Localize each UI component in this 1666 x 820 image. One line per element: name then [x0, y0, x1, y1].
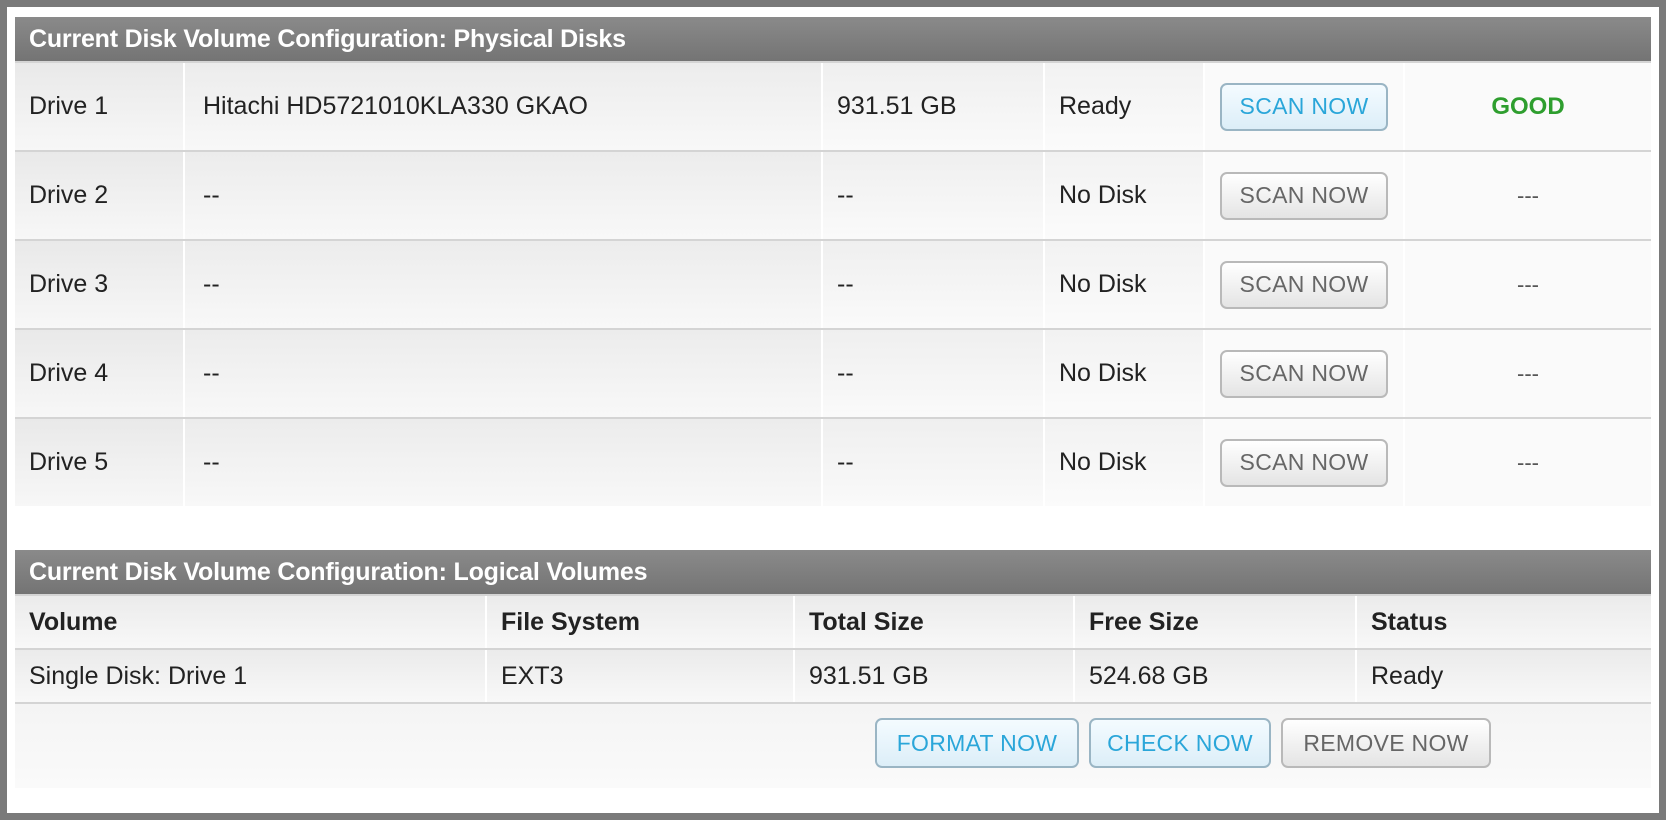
volume-total-size: 931.51 GB: [795, 650, 1073, 702]
physical-disks-header: Current Disk Volume Configuration: Physi…: [15, 17, 1651, 61]
check-now-button[interactable]: CHECK NOW: [1089, 718, 1271, 768]
volume-actions: FORMAT NOW CHECK NOW REMOVE NOW: [15, 702, 1651, 788]
drive-name: Drive 5: [15, 419, 183, 506]
drive-size: --: [823, 241, 1043, 328]
column-header-total-size: Total Size: [795, 596, 1073, 648]
drive-health-status: ---: [1517, 360, 1539, 386]
drive-state: No Disk: [1045, 152, 1203, 239]
drive-name: Drive 4: [15, 330, 183, 417]
column-header-free-size: Free Size: [1075, 596, 1355, 648]
drive-model: --: [185, 241, 821, 328]
drive-health-status: ---: [1517, 182, 1539, 208]
drive-size: --: [823, 152, 1043, 239]
drive-row: Drive 3 -- -- No Disk SCAN NOW ---: [15, 239, 1651, 328]
volume-file-system: EXT3: [487, 650, 793, 702]
drive-row: Drive 1 Hitachi HD5721010KLA330 GKAO 931…: [15, 61, 1651, 150]
drive-model: --: [185, 152, 821, 239]
volume-row: Single Disk: Drive 1 EXT3 931.51 GB 524.…: [15, 648, 1651, 702]
drive-model: --: [185, 419, 821, 506]
volume-status: Ready: [1357, 650, 1651, 702]
drive-row: Drive 2 -- -- No Disk SCAN NOW ---: [15, 150, 1651, 239]
volume-free-size: 524.68 GB: [1075, 650, 1355, 702]
column-header-volume: Volume: [15, 596, 485, 648]
drive-name: Drive 1: [15, 63, 183, 150]
drive-health-status: ---: [1517, 449, 1539, 475]
drive-size: --: [823, 419, 1043, 506]
physical-disks-panel: Current Disk Volume Configuration: Physi…: [15, 17, 1651, 509]
scan-now-button[interactable]: SCAN NOW: [1220, 171, 1388, 220]
drive-health-status: ---: [1517, 271, 1539, 297]
scan-now-button[interactable]: SCAN NOW: [1220, 438, 1388, 487]
drive-state: No Disk: [1045, 419, 1203, 506]
scan-now-button[interactable]: SCAN NOW: [1220, 260, 1388, 309]
logical-volumes-panel: Current Disk Volume Configuration: Logic…: [15, 550, 1651, 808]
scan-now-button[interactable]: SCAN NOW: [1220, 82, 1388, 131]
column-header-status: Status: [1357, 596, 1651, 648]
format-now-button[interactable]: FORMAT NOW: [875, 718, 1079, 768]
volume-table-header: Volume File System Total Size Free Size …: [15, 594, 1651, 648]
drive-size: --: [823, 330, 1043, 417]
logical-volumes-header: Current Disk Volume Configuration: Logic…: [15, 550, 1651, 594]
drive-size: 931.51 GB: [823, 63, 1043, 150]
remove-now-button[interactable]: REMOVE NOW: [1281, 718, 1491, 768]
column-header-file-system: File System: [487, 596, 793, 648]
drive-model: --: [185, 330, 821, 417]
drive-name: Drive 2: [15, 152, 183, 239]
drive-health-status: GOOD: [1491, 92, 1565, 120]
drive-name: Drive 3: [15, 241, 183, 328]
volume-name: Single Disk: Drive 1: [15, 650, 485, 702]
scan-now-button[interactable]: SCAN NOW: [1220, 349, 1388, 398]
drive-state: Ready: [1045, 63, 1203, 150]
drive-model: Hitachi HD5721010KLA330 GKAO: [185, 63, 821, 150]
drive-row: Drive 4 -- -- No Disk SCAN NOW ---: [15, 328, 1651, 417]
drive-state: No Disk: [1045, 330, 1203, 417]
disk-config-frame: Current Disk Volume Configuration: Physi…: [7, 7, 1659, 813]
drive-row: Drive 5 -- -- No Disk SCAN NOW ---: [15, 417, 1651, 506]
drive-state: No Disk: [1045, 241, 1203, 328]
